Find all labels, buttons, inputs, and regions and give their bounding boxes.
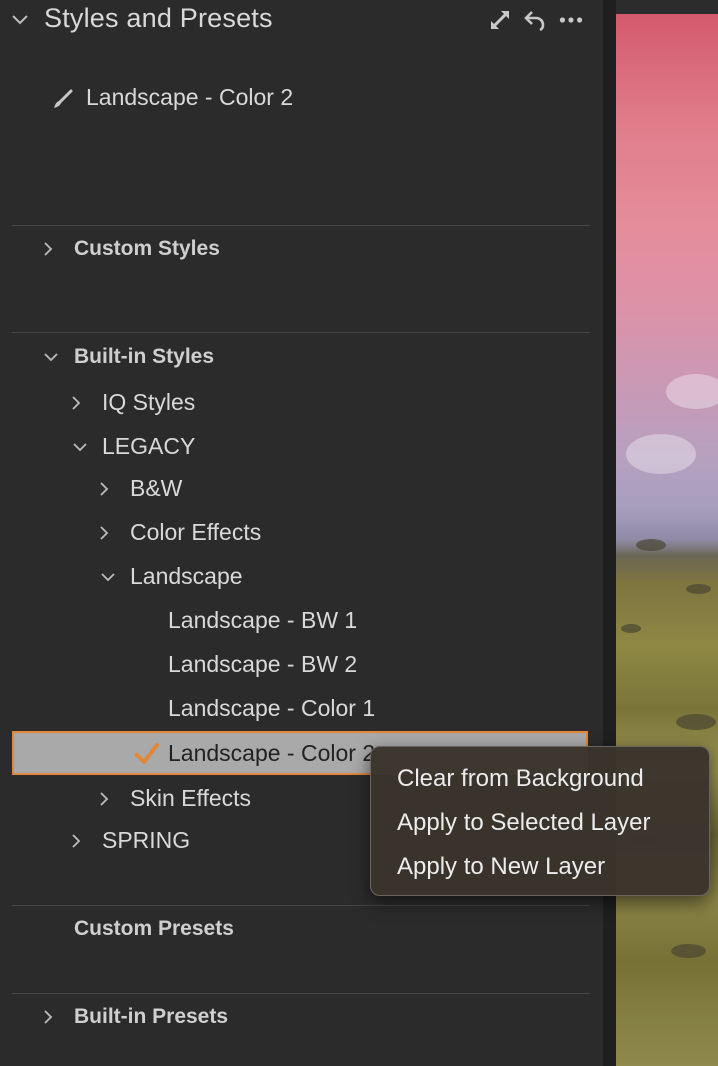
chevron-right-icon[interactable] bbox=[96, 525, 112, 541]
chevron-right-icon[interactable] bbox=[68, 833, 84, 849]
tree-item-landscape-bw1[interactable]: Landscape - BW 1 bbox=[168, 607, 357, 634]
divider bbox=[12, 905, 590, 906]
section-custom-presets[interactable]: Custom Presets bbox=[74, 917, 234, 941]
more-icon[interactable] bbox=[559, 8, 583, 32]
section-custom-styles[interactable]: Custom Styles bbox=[74, 237, 220, 261]
chevron-right-icon[interactable] bbox=[96, 791, 112, 807]
tree-item-legacy[interactable]: LEGACY bbox=[102, 433, 195, 460]
chevron-down-icon[interactable] bbox=[43, 349, 59, 365]
undo-icon[interactable] bbox=[523, 8, 547, 32]
tree-item-landscape-bw2[interactable]: Landscape - BW 2 bbox=[168, 651, 357, 678]
menu-item-apply-to-new-layer[interactable]: Apply to New Layer bbox=[397, 853, 605, 881]
divider bbox=[12, 332, 590, 333]
tree-item-color-effects[interactable]: Color Effects bbox=[130, 519, 261, 546]
panel-header: Styles and Presets bbox=[0, 0, 603, 40]
menu-item-apply-to-selected-layer[interactable]: Apply to Selected Layer bbox=[397, 809, 651, 837]
tree-item-iq-styles[interactable]: IQ Styles bbox=[102, 389, 195, 416]
tree-item-landscape[interactable]: Landscape bbox=[130, 563, 243, 590]
chevron-down-icon[interactable] bbox=[100, 569, 116, 585]
chevron-down-icon[interactable] bbox=[72, 439, 88, 455]
tree-item-label: Landscape - Color 2 bbox=[168, 740, 376, 766]
tree-item-landscape-color1[interactable]: Landscape - Color 1 bbox=[168, 695, 375, 722]
section-builtin-styles[interactable]: Built-in Styles bbox=[74, 345, 214, 369]
context-menu: Clear from Background Apply to Selected … bbox=[370, 746, 710, 896]
brush-icon bbox=[54, 89, 73, 108]
divider bbox=[12, 225, 590, 226]
panel-title: Styles and Presets bbox=[44, 3, 273, 33]
chevron-down-icon[interactable] bbox=[10, 10, 30, 30]
image-preview bbox=[616, 14, 718, 1066]
current-style-label: Landscape - Color 2 bbox=[86, 84, 294, 110]
chevron-right-icon[interactable] bbox=[68, 395, 84, 411]
expand-icon[interactable] bbox=[488, 8, 512, 32]
section-builtin-presets[interactable]: Built-in Presets bbox=[74, 1005, 228, 1029]
checkmark-icon bbox=[135, 743, 159, 764]
chevron-right-icon[interactable] bbox=[40, 241, 56, 257]
chevron-right-icon[interactable] bbox=[40, 1009, 56, 1025]
tree-item-bw[interactable]: B&W bbox=[130, 475, 182, 502]
divider bbox=[12, 993, 590, 994]
menu-item-clear-from-background[interactable]: Clear from Background bbox=[397, 765, 644, 793]
chevron-right-icon[interactable] bbox=[96, 481, 112, 497]
styles-presets-panel: Styles and Presets Landscape - Color 2 C… bbox=[0, 0, 603, 1066]
tree-item-spring[interactable]: SPRING bbox=[102, 827, 190, 854]
tree-item-skin-effects[interactable]: Skin Effects bbox=[130, 785, 251, 812]
panel-splitter[interactable] bbox=[603, 0, 616, 1066]
